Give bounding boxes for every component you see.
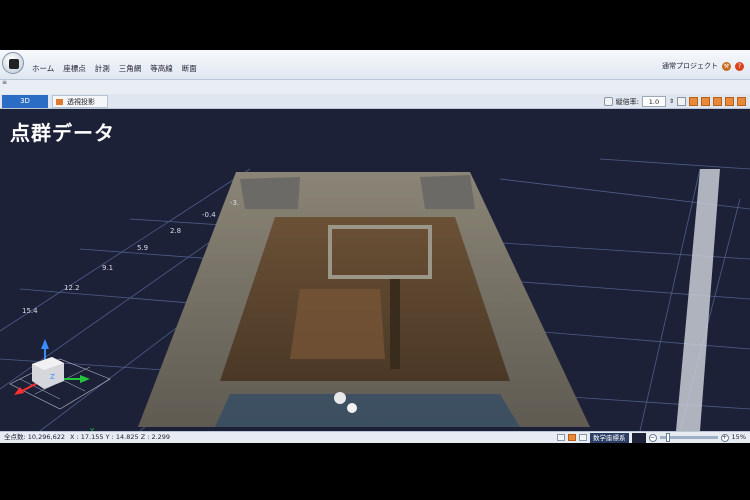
main-menu: ホーム 座標点 計測 三角網 等高線 断面: [32, 63, 197, 74]
zoom-percent: 15%: [731, 433, 746, 441]
exaggeration-label: 縦倍率:: [615, 97, 639, 106]
app-window: ホーム 座標点 計測 三角網 等高線 断面 通常プロジェクト ⚒ ? ≡ 3D …: [0, 50, 750, 443]
tab-perspective-label: 透視投影: [67, 98, 95, 106]
scanner-marker-2: [347, 403, 357, 413]
spin-icon[interactable]: ⇕: [669, 98, 674, 105]
zoom-out-icon[interactable]: −: [648, 433, 657, 442]
zoom-slider-knob[interactable]: [665, 433, 670, 442]
app-logo-icon: [9, 59, 19, 69]
view-top-icon[interactable]: [725, 97, 734, 106]
render-icon[interactable]: [568, 434, 577, 441]
north-wall-right: [420, 175, 475, 209]
menu-contour[interactable]: 等高線: [150, 63, 173, 74]
view-front-icon[interactable]: [701, 97, 710, 106]
axis-tick: 2.8: [170, 227, 182, 235]
cube-icon: [56, 99, 63, 105]
soil-patch: [290, 289, 385, 359]
point-count: 全点数: 10,296,622: [4, 433, 65, 441]
menu-section[interactable]: 断面: [182, 63, 197, 74]
view-cube-icon[interactable]: [689, 97, 698, 106]
scale-bar: [676, 169, 720, 431]
axis-tick: 9.1: [102, 264, 114, 272]
overlay-title: 点群データ: [10, 121, 115, 145]
north-wall-left: [240, 177, 300, 209]
axis-tick: 15.4: [22, 307, 38, 315]
menu-coordinate-points[interactable]: 座標点: [63, 63, 86, 74]
z-axis-label: Z: [50, 373, 55, 381]
3d-viewport[interactable]: 点群データ -3. -0.4 2.8 5.9 9.1 12.2 15.4 Z Y: [0, 109, 750, 431]
view-side-icon[interactable]: [713, 97, 722, 106]
view-toolbar: 縦倍率: 1.0 ⇕: [603, 95, 746, 108]
tab-3d[interactable]: 3D: [2, 95, 48, 108]
zoom-in-icon[interactable]: +: [720, 433, 729, 442]
coordinate-system-label[interactable]: 数学座標系: [590, 432, 629, 443]
help-icon[interactable]: ?: [735, 61, 744, 71]
lock-icon[interactable]: [579, 434, 588, 441]
scanner-marker: [334, 392, 346, 404]
axis-tick: -0.4: [202, 211, 216, 219]
lit-zone: [215, 394, 520, 427]
exaggeration-input[interactable]: 1.0: [641, 96, 666, 107]
zoom-slider[interactable]: [659, 433, 718, 442]
axis-gizmo: [9, 339, 111, 410]
project-mode-label[interactable]: 通常プロジェクト: [662, 61, 718, 71]
project-controls: 通常プロジェクト ⚒ ?: [662, 61, 744, 71]
axis-tick: 12.2: [64, 284, 80, 292]
tab-perspective[interactable]: 透視投影: [52, 95, 108, 108]
home-view-icon[interactable]: [677, 97, 686, 106]
tools-icon[interactable]: ⚒: [722, 61, 731, 71]
axis-tick: -3.: [230, 199, 240, 207]
coordinate-system-value[interactable]: [631, 432, 646, 443]
view-tabbar: 3D 透視投影 縦倍率: 1.0 ⇕: [0, 94, 750, 109]
adjust-icon[interactable]: [603, 97, 613, 106]
quick-access-toolbar[interactable]: ≡: [2, 79, 7, 86]
menu-tin[interactable]: 三角網: [119, 63, 142, 74]
view-back-icon[interactable]: [737, 97, 746, 106]
menu-home[interactable]: ホーム: [32, 63, 54, 74]
camera-icon[interactable]: [557, 434, 566, 441]
cursor-coordinates: X : 17.155 Y : 14.825 Z : 2.299: [70, 433, 171, 441]
status-controls: 数学座標系 − + 15%: [557, 432, 746, 443]
menu-measure[interactable]: 計測: [95, 63, 110, 74]
axis-tick: 5.9: [137, 244, 149, 252]
app-menu-button[interactable]: [2, 52, 24, 74]
ribbon-menubar: ホーム 座標点 計測 三角網 等高線 断面 通常プロジェクト ⚒ ?: [0, 50, 750, 80]
status-bar: 全点数: 10,296,622 X : 17.155 Y : 14.825 Z …: [0, 431, 750, 443]
